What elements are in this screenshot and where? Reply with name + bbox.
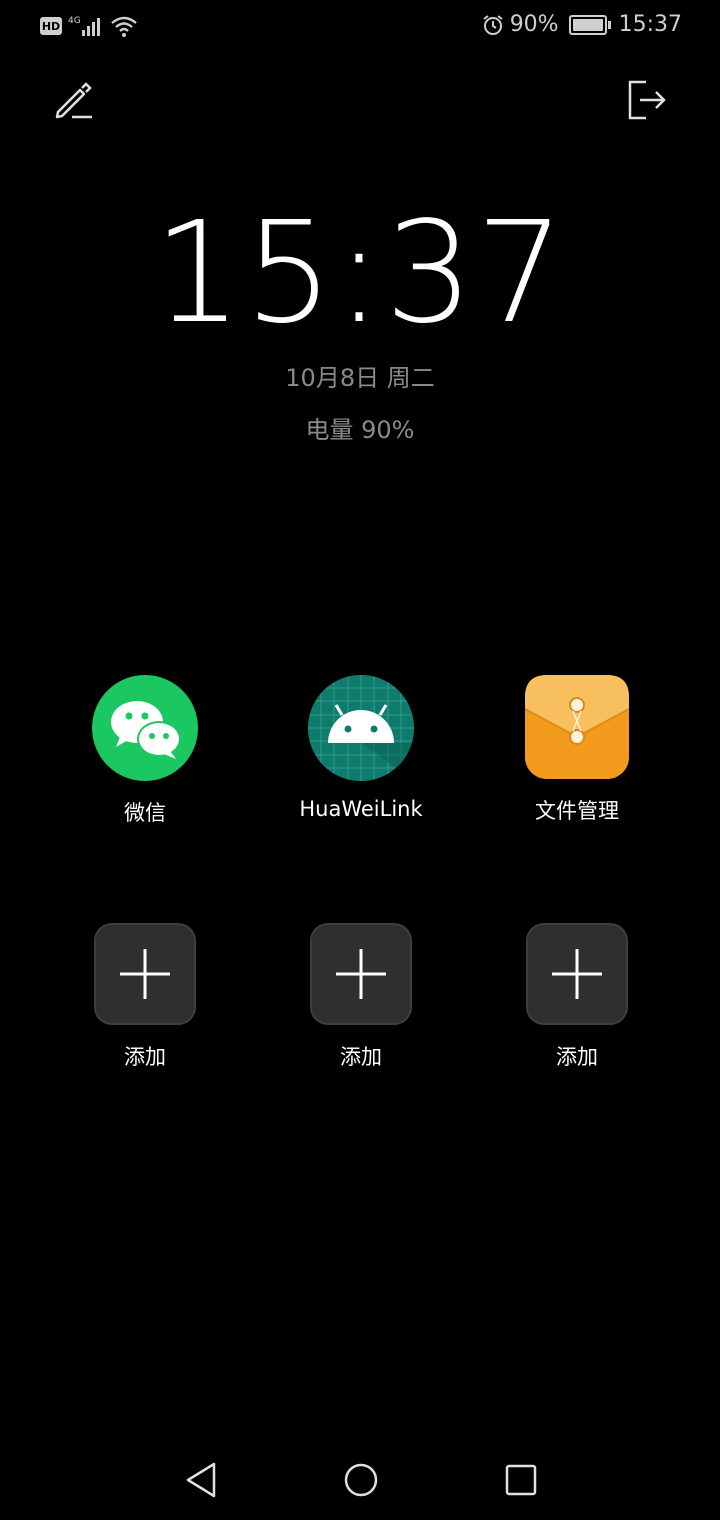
app-file-manager[interactable]: 文件管理 [487,675,667,825]
plus-icon [94,923,196,1025]
status-bar: HD 4G 90% 15:37 [0,0,720,56]
clock-time: 15:37 [153,192,567,355]
plus-icon [526,923,628,1025]
add-slot-3[interactable]: 添加 [487,923,667,1071]
app-label: 微信 [124,801,166,825]
plus-icon [310,923,412,1025]
hd-badge: HD [40,17,62,35]
add-slot-label: 添加 [556,1045,598,1069]
navigation-bar [0,1440,720,1520]
android-icon [308,675,414,781]
back-icon[interactable] [180,1458,224,1502]
edit-pencil-icon[interactable] [52,78,96,122]
signal-icon: 4G [68,16,100,36]
alarm-icon [483,14,503,35]
add-slot-2[interactable]: 添加 [271,923,451,1071]
add-slot-label: 添加 [124,1045,166,1069]
simple-mode-home-screen: HD 4G 90% 15:37 15:37 10月8日 周二 电量 90% 微信… [0,0,720,1520]
app-huaweilink[interactable]: HuaWeiLink [271,675,451,821]
file-manager-icon [524,675,630,779]
wechat-icon [92,675,198,781]
add-slot-1[interactable]: 添加 [55,923,235,1071]
exit-icon[interactable] [626,78,670,122]
status-bar-right: 90% 15:37 [482,12,682,37]
recents-icon[interactable] [499,1458,543,1502]
app-label: HuaWeiLink [299,797,423,821]
app-wechat[interactable]: 微信 [55,675,235,827]
battery-percent-text: 90% [509,12,559,37]
battery-level-text: 电量 90% [305,416,415,444]
status-time-text: 15:37 [618,12,682,37]
app-label: 文件管理 [535,799,619,823]
add-slot-label: 添加 [340,1045,382,1069]
home-icon[interactable] [339,1458,383,1502]
network-type-text: 4G [68,16,81,26]
date-text: 10月8日 周二 [285,364,435,392]
battery-icon [568,14,611,35]
status-bar-left: HD 4G [40,14,138,38]
wifi-icon [111,16,137,37]
